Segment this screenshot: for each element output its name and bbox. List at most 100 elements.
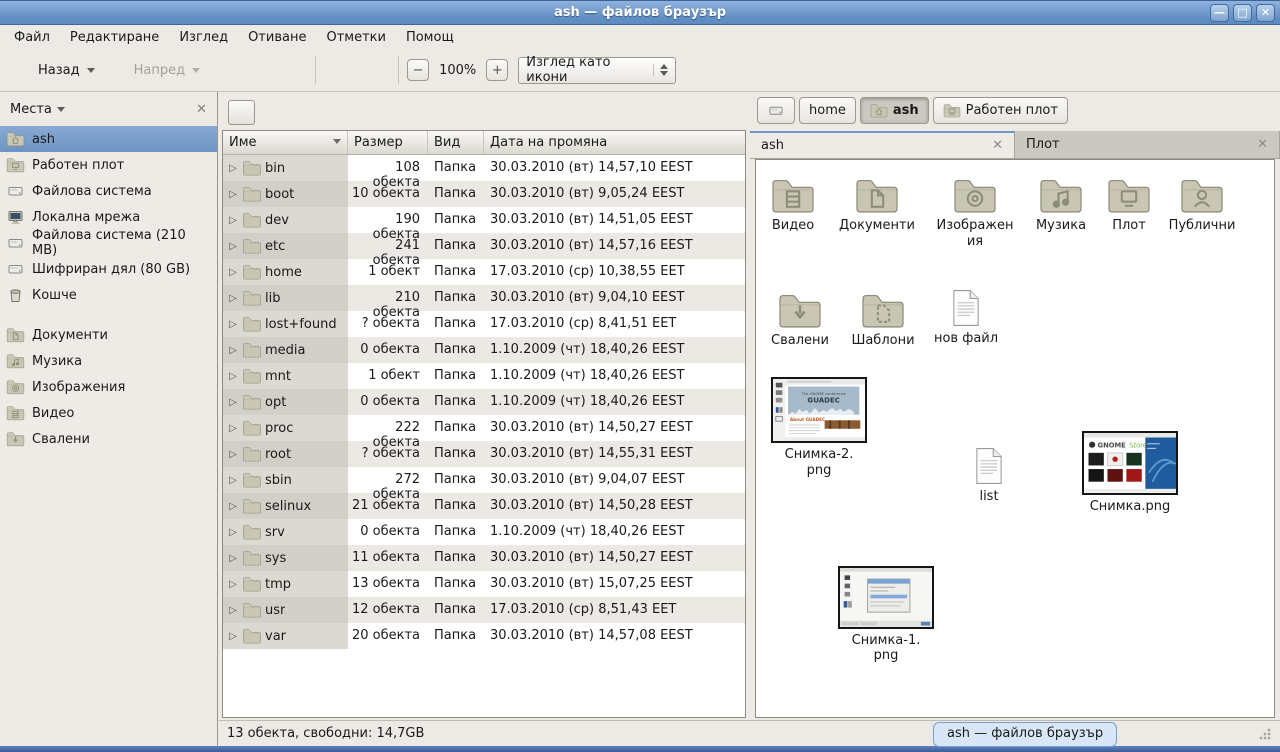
column-header-name[interactable]: Име — [223, 131, 348, 154]
table-row[interactable]: ▷proc222 обектаПапка30.03.2010 (вт) 14,5… — [223, 415, 745, 441]
table-row[interactable]: ▷home1 обектПапка17.03.2010 (ср) 10,38,5… — [223, 259, 745, 285]
zoom-in-button[interactable]: + — [486, 59, 508, 81]
computer-button[interactable] — [358, 54, 390, 86]
menu-item-4[interactable]: Отиване — [238, 27, 316, 48]
sidebar-item[interactable]: ash — [0, 126, 217, 152]
path-button-home[interactable]: home — [799, 97, 856, 124]
sidebar-item[interactable]: Документи — [0, 322, 217, 348]
expander-icon[interactable]: ▷ — [227, 579, 239, 590]
table-row[interactable]: ▷lib210 обектаПапка30.03.2010 (вт) 9,04,… — [223, 285, 745, 311]
table-row[interactable]: ▷dev190 обектаПапка30.03.2010 (вт) 14,51… — [223, 207, 745, 233]
sidebar-item[interactable]: Кошче — [0, 282, 217, 308]
expander-icon[interactable]: ▷ — [227, 423, 239, 434]
sidebar-item[interactable]: Видео — [0, 400, 217, 426]
column-header-size[interactable]: Размер — [348, 131, 428, 154]
table-row[interactable]: ▷opt0 обектаПапка1.10.2009 (чт) 18,40,26… — [223, 389, 745, 415]
stop-button[interactable] — [241, 54, 273, 86]
zoom-out-button[interactable]: − — [407, 59, 429, 81]
chevron-down-icon[interactable] — [57, 107, 65, 112]
table-row[interactable]: ▷usr12 обектаПапка17.03.2010 (ср) 8,51,4… — [223, 597, 745, 623]
table-row[interactable]: ▷root? обектаПапка30.03.2010 (вт) 14,55,… — [223, 441, 745, 467]
icon-view-item[interactable]: GNOMEStoreСнимка.png — [1082, 431, 1178, 514]
maximize-button[interactable]: □ — [1233, 4, 1252, 22]
expander-icon[interactable]: ▷ — [227, 267, 239, 278]
menu-item-6[interactable]: Помощ — [396, 27, 464, 48]
search-button[interactable] — [686, 55, 716, 85]
sidebar-item[interactable]: Музика — [0, 348, 217, 374]
icon-view-item[interactable]: Снимка-1. png — [838, 566, 934, 664]
expander-icon[interactable]: ▷ — [227, 189, 239, 200]
icon-view-item[interactable]: Публични — [1154, 177, 1250, 234]
icon-view-item[interactable]: Документи — [829, 177, 925, 234]
expander-icon[interactable]: ▷ — [227, 241, 239, 252]
path-button-Работен плот[interactable]: Работен плот — [933, 97, 1068, 124]
sidebar-close-icon[interactable]: ✕ — [196, 102, 207, 117]
icon-view-item[interactable]: The GNOME conferenceGUADECAbout GUADECСн… — [771, 377, 867, 478]
expander-icon[interactable]: ▷ — [227, 215, 239, 226]
sidebar-item[interactable]: Изображения — [0, 374, 217, 400]
icon-view-item[interactable]: Изображен ия — [927, 177, 1023, 249]
table-row[interactable]: ▷media0 обектаПапка1.10.2009 (чт) 18,40,… — [223, 337, 745, 363]
table-row[interactable]: ▷var20 обектаПапка30.03.2010 (вт) 14,57,… — [223, 623, 745, 649]
sidebar-item[interactable]: Свалени — [0, 426, 217, 452]
taskbar-window-label[interactable]: ash — файлов браузър — [933, 722, 1117, 747]
icon-view-item[interactable]: Шаблони — [835, 292, 931, 349]
expander-icon[interactable]: ▷ — [227, 501, 239, 512]
location-button[interactable] — [228, 100, 255, 125]
table-row[interactable]: ▷bin108 обектаПапка30.03.2010 (вт) 14,57… — [223, 155, 745, 181]
expander-icon[interactable]: ▷ — [227, 371, 239, 382]
expander-icon[interactable]: ▷ — [227, 527, 239, 538]
table-row[interactable]: ▷lost+found? обектаПапка17.03.2010 (ср) … — [223, 311, 745, 337]
table-row[interactable]: ▷boot10 обектаПапка30.03.2010 (вт) 9,05,… — [223, 181, 745, 207]
sidebar-title[interactable]: Места — [10, 102, 52, 117]
expander-icon[interactable]: ▷ — [227, 319, 239, 330]
menu-item-3[interactable]: Изглед — [169, 27, 238, 48]
sidebar-item[interactable]: Работен плот — [0, 152, 217, 178]
table-row[interactable]: ▷srv0 обектаПапка1.10.2009 (чт) 18,40,26… — [223, 519, 745, 545]
close-button[interactable]: ✕ — [1256, 4, 1275, 22]
tab-close-icon[interactable]: ✕ — [992, 138, 1003, 153]
titlebar[interactable]: ash — файлов браузър —□✕ — [0, 0, 1280, 25]
forward-history-chevron-icon[interactable] — [192, 68, 200, 73]
column-header-date[interactable]: Дата на промяна — [484, 131, 745, 154]
sidebar-item[interactable]: Файлова система — [0, 178, 217, 204]
table-row[interactable]: ▷sbin272 обектаПапка30.03.2010 (вт) 9,04… — [223, 467, 745, 493]
expander-icon[interactable]: ▷ — [227, 397, 239, 408]
menu-item-2[interactable]: Редактиране — [60, 27, 169, 48]
table-row[interactable]: ▷tmp13 обектаПапка30.03.2010 (вт) 15,07,… — [223, 571, 745, 597]
icon-view-area[interactable]: ВидеоДокументиИзображен ияМузикаПлотПубл… — [755, 159, 1275, 718]
back-button[interactable]: Назад — [6, 54, 100, 86]
expander-icon[interactable]: ▷ — [227, 631, 239, 642]
column-header-type[interactable]: Вид — [428, 131, 484, 154]
expander-icon[interactable]: ▷ — [227, 449, 239, 460]
expander-icon[interactable]: ▷ — [227, 345, 239, 356]
path-button-root[interactable] — [757, 97, 795, 124]
expander-icon[interactable]: ▷ — [227, 163, 239, 174]
home-button[interactable] — [324, 54, 356, 86]
resize-grip[interactable] — [1258, 727, 1272, 741]
icon-view-item[interactable]: list — [941, 447, 1037, 505]
sidebar-item[interactable]: Файлова система (210 MB) — [0, 230, 217, 256]
sidebar-item[interactable]: Локална мрежа — [0, 204, 217, 230]
table-row[interactable]: ▷etc241 обектаПапка30.03.2010 (вт) 14,57… — [223, 233, 745, 259]
tab-ash[interactable]: ash✕ — [750, 131, 1015, 158]
tab-Плот[interactable]: Плот✕ — [1015, 131, 1280, 158]
sidebar-item[interactable]: Шифриран дял (80 GB) — [0, 256, 217, 282]
tab-close-icon[interactable]: ✕ — [1257, 137, 1268, 152]
forward-button[interactable]: Напред — [102, 54, 205, 86]
table-row[interactable]: ▷mnt1 обектПапка1.10.2009 (чт) 18,40,26 … — [223, 363, 745, 389]
expander-icon[interactable]: ▷ — [227, 605, 239, 616]
table-row[interactable]: ▷selinux21 обектаПапка30.03.2010 (вт) 14… — [223, 493, 745, 519]
menu-item-5[interactable]: Отметки — [316, 27, 395, 48]
expander-icon[interactable]: ▷ — [227, 475, 239, 486]
table-row[interactable]: ▷sys11 обектаПапка30.03.2010 (вт) 14,50,… — [223, 545, 745, 571]
path-button-ash[interactable]: ash — [860, 97, 929, 124]
expander-icon[interactable]: ▷ — [227, 293, 239, 304]
view-mode-select[interactable]: Изглед като икони — [518, 57, 676, 84]
reload-button[interactable] — [275, 54, 307, 86]
up-button[interactable] — [207, 54, 239, 86]
minimize-button[interactable]: — — [1210, 4, 1229, 22]
icon-view-item[interactable]: нов файл — [918, 289, 1014, 347]
back-history-chevron-icon[interactable] — [87, 68, 95, 73]
expander-icon[interactable]: ▷ — [227, 553, 239, 564]
